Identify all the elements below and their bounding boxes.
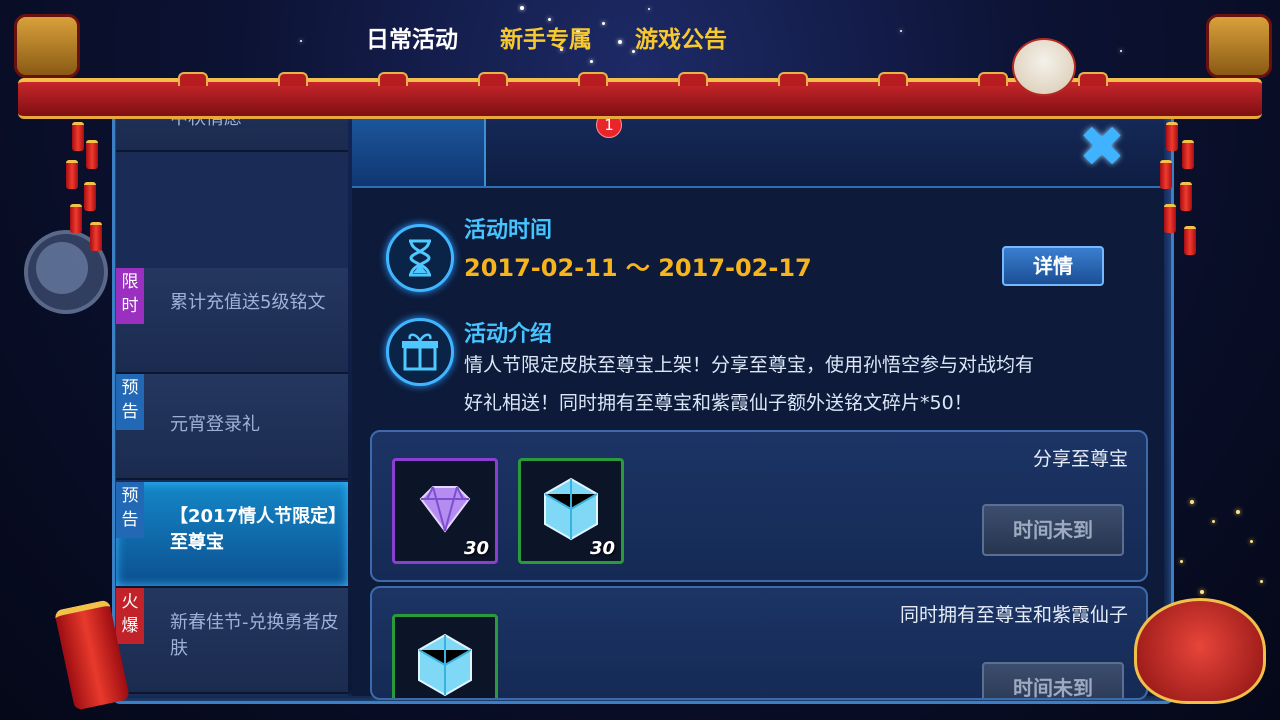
activity-sidebar: 中秋情愿 限时 累计充值送5级铭文 预告 元宵登录礼 预告 【2017情人节限定… [116, 110, 348, 696]
time-not-reached-button[interactable]: 时间未到 [982, 662, 1124, 698]
sidebar-item-spring-festival[interactable]: 火爆 新春佳节-兑换勇者皮肤 [116, 588, 348, 694]
rooster-mascot-icon [1012, 38, 1076, 96]
preview-tag: 预告 [116, 482, 144, 538]
reward-item-slot[interactable]: 30 [392, 458, 498, 564]
intro-text-line1: 情人节限定皮肤至尊宝上架！分享至尊宝，使用孙悟空参与对战均有 [464, 354, 1035, 376]
reward-row: 分享至尊宝 30 30 时间未到 [370, 430, 1148, 582]
intro-text-line2: 好礼相送！同时拥有至尊宝和紫霞仙子额外送铭文碎片*50！ [464, 392, 973, 414]
gift-icon [386, 318, 454, 386]
blue-crystal-icon [418, 633, 472, 697]
dragon-head-left-icon [14, 14, 80, 78]
dragon-head-right-icon [1206, 14, 1272, 78]
reward-row: 同时拥有至尊宝和紫霞仙子 时间未到 [370, 586, 1148, 700]
joystick-knob[interactable] [36, 242, 88, 294]
event-date-range: 2017-02-11 ～ 2017-02-17 [464, 254, 812, 282]
details-button[interactable]: 详情 [1002, 246, 1104, 286]
tab-daily-activity[interactable]: 日常活动 [366, 20, 458, 54]
tab-newbie[interactable]: 新手专属 [500, 20, 592, 54]
sidebar-item-label: 新春佳节-兑换勇者皮肤 [170, 612, 339, 659]
reward-item-slot[interactable] [392, 614, 498, 698]
tab-announcement[interactable]: 游戏公告 [635, 20, 727, 54]
intro-section-title: 活动介绍 [464, 322, 553, 347]
festive-roof-decoration [18, 72, 1262, 119]
hot-tag: 火爆 [116, 588, 144, 644]
limited-tag: 限时 [116, 268, 144, 324]
sidebar-item-recharge[interactable]: 限时 累计充值送5级铭文 [116, 268, 348, 374]
sidebar-item-label: 元宵登录礼 [170, 414, 260, 435]
sidebar-item-label: 【2017情人节限定】至尊宝 [170, 506, 338, 553]
item-quantity: 30 [463, 538, 489, 559]
time-not-reached-button[interactable]: 时间未到 [982, 504, 1124, 556]
lion-dance-head-icon [1134, 598, 1266, 704]
tab-active-highlight [352, 110, 486, 186]
purple-diamond-icon [419, 486, 471, 533]
reward-item-slot[interactable]: 30 [518, 458, 624, 564]
sidebar-item-label: 累计充值送5级铭文 [170, 292, 326, 313]
preview-tag: 预告 [116, 374, 144, 430]
blue-crystal-icon [544, 477, 598, 541]
hourglass-icon [386, 224, 454, 292]
item-quantity: 30 [589, 538, 615, 559]
sidebar-item-lantern-login[interactable]: 预告 元宵登录礼 [116, 374, 348, 480]
sidebar-item-valentine[interactable]: 预告 【2017情人节限定】至尊宝 [116, 482, 348, 588]
time-section-title: 活动时间 [464, 218, 553, 243]
reward-title: 分享至尊宝 [1032, 448, 1128, 470]
reward-title: 同时拥有至尊宝和紫霞仙子 [899, 604, 1128, 626]
close-icon[interactable]: ✖ [1074, 120, 1130, 176]
